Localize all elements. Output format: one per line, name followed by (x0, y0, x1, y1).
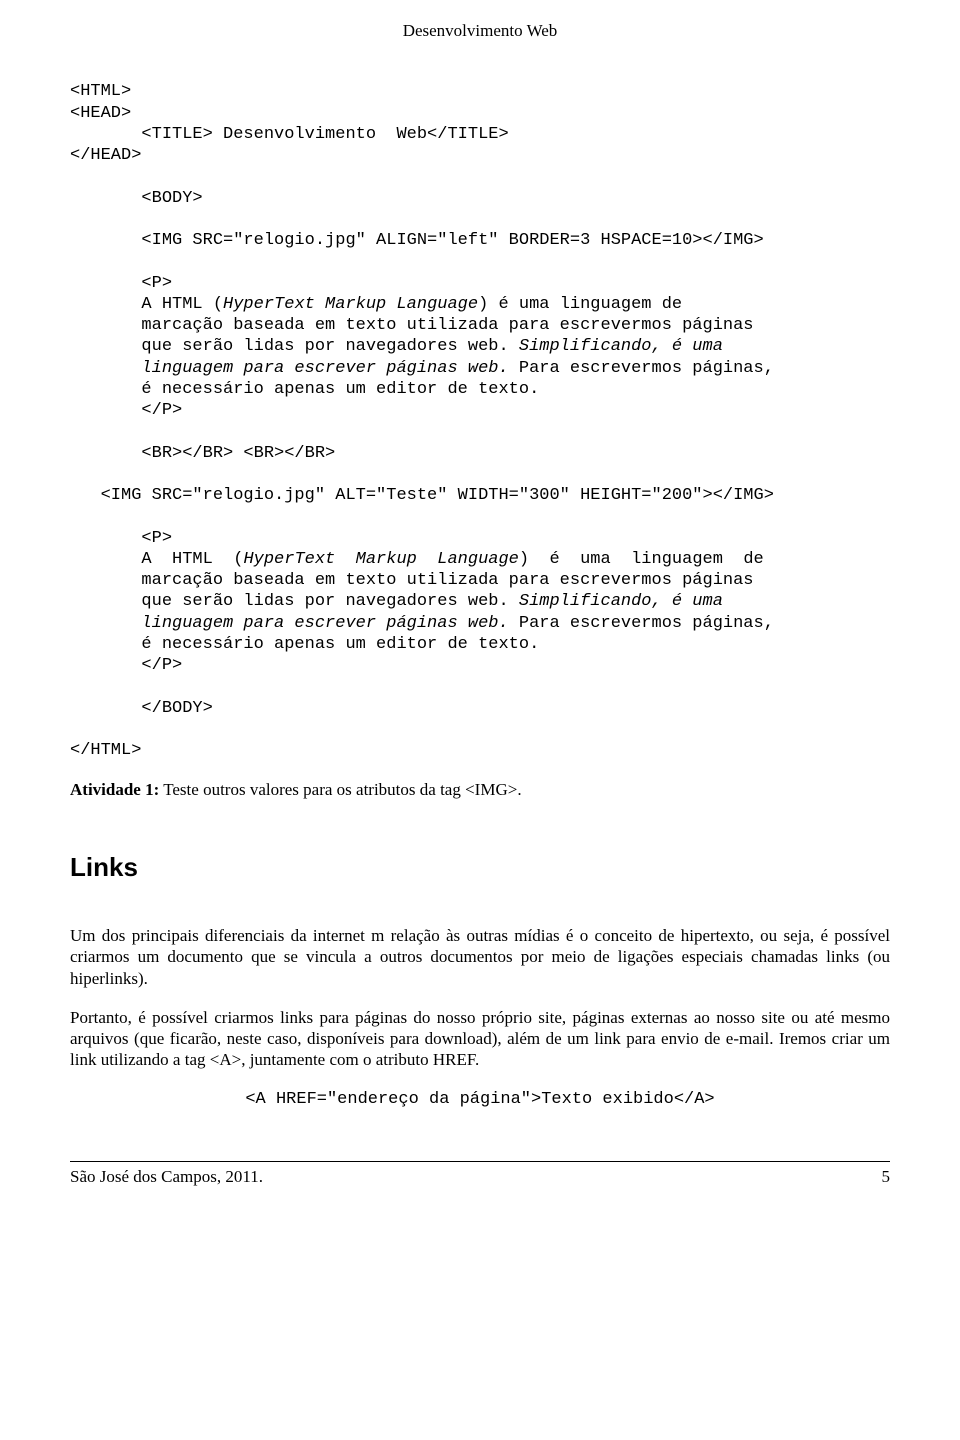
code-line: <HTML> (70, 82, 131, 101)
code-line: marcação baseada em texto utilizada para… (70, 316, 754, 335)
code-block-1: <HTML> <HEAD> <TITLE> Desenvolvimento We… (70, 60, 890, 761)
code-line: </HEAD> (70, 146, 141, 165)
page-footer: São José dos Campos, 2011. 5 (70, 1161, 890, 1188)
code-line: <P> (70, 529, 172, 548)
code-line: <BR></BR> <BR></BR> (70, 444, 335, 463)
code-line: </HTML> (70, 741, 141, 760)
code-line: <BODY> (70, 189, 203, 208)
code-line: </P> (70, 656, 182, 675)
link-code-example: <A HREF="endereço da página">Texto exibi… (70, 1089, 890, 1111)
code-line: <IMG SRC="relogio.jpg" ALT="Teste" WIDTH… (70, 486, 774, 505)
code-line: </BODY> (70, 699, 213, 718)
code-line: é necessário apenas um editor de texto. (70, 380, 539, 399)
code-line: marcação baseada em texto utilizada para… (70, 571, 754, 590)
code-line: que serão lidas por navegadores web. Sim… (70, 592, 723, 611)
code-line: <P> (70, 274, 172, 293)
links-heading: Links (70, 851, 890, 885)
footer-left: São José dos Campos, 2011. (70, 1166, 263, 1188)
activity-1: Atividade 1: Teste outros valores para o… (70, 779, 890, 801)
code-line: A HTML (HyperText Markup Language) é uma… (70, 295, 682, 314)
code-line: linguagem para escrever páginas web. Par… (70, 359, 774, 378)
code-line: <TITLE> Desenvolvimento Web</TITLE> (70, 125, 509, 144)
activity-label: Atividade 1: (70, 780, 159, 799)
code-line: <HEAD> (70, 104, 131, 123)
activity-text: Teste outros valores para os atributos d… (159, 780, 521, 799)
code-line: A HTML (HyperText Markup Language) é uma… (70, 550, 764, 569)
code-line: é necessário apenas um editor de texto. (70, 635, 539, 654)
links-paragraph-1: Um dos principais diferenciais da intern… (70, 925, 890, 989)
code-line: <IMG SRC="relogio.jpg" ALIGN="left" BORD… (70, 231, 764, 250)
footer-page-number: 5 (882, 1166, 891, 1188)
links-paragraph-2: Portanto, é possível criarmos links para… (70, 1007, 890, 1071)
code-line: </P> (70, 401, 182, 420)
code-line: linguagem para escrever páginas web. Par… (70, 614, 774, 633)
page-header-title: Desenvolvimento Web (70, 20, 890, 42)
code-line: que serão lidas por navegadores web. Sim… (70, 337, 723, 356)
